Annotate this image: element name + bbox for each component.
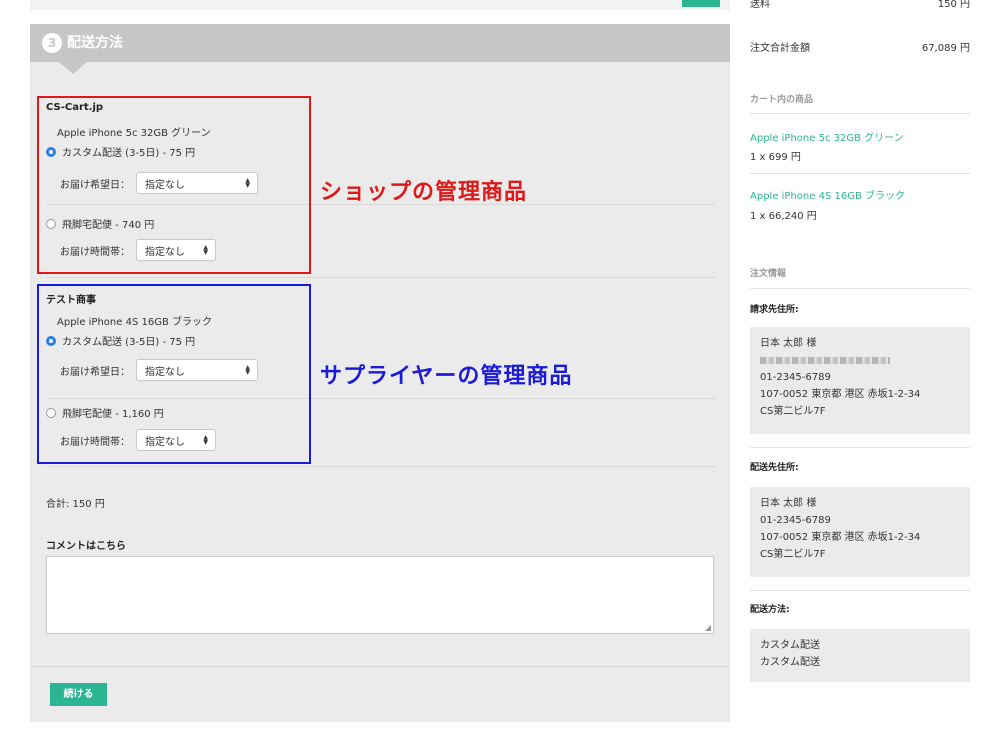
order-total-row: 注文合計金額 67,089 円 — [750, 39, 970, 54]
divider — [46, 466, 715, 467]
divider — [30, 666, 730, 667]
shipping-step-header[interactable]: 3 配送方法 — [30, 24, 730, 62]
billing-address: 107-0052 東京都 港区 赤坂1-2-34 — [760, 389, 921, 400]
billing-address-label: 請求先住所: — [750, 305, 799, 315]
shipping-address-box: 日本 太郎 様 01-2345-6789 107-0052 東京都 港区 赤坂1… — [750, 487, 970, 577]
previous-step-button[interactable] — [682, 0, 720, 7]
step-title: 配送方法 — [67, 35, 123, 51]
divider — [750, 447, 970, 448]
shipping-method-item: カスタム配送 — [760, 640, 820, 651]
shop-products-annotation: ショップの管理商品 — [320, 180, 528, 205]
billing-name: 日本 太郎 様 — [760, 338, 817, 349]
cart-item-qty: 1 x 699 円 — [750, 152, 801, 163]
divider — [46, 277, 715, 278]
continue-button[interactable]: 続ける — [50, 683, 107, 706]
shipping-address-label: 配送先住所: — [750, 463, 799, 473]
resize-grip-icon[interactable]: ◢ — [705, 623, 711, 632]
billing-address-box: 日本 太郎 様 01-2345-6789 107-0052 東京都 港区 赤坂1… — [750, 327, 970, 434]
shipping-phone: 01-2345-6789 — [760, 515, 831, 526]
supplier-products-highlight — [37, 284, 311, 464]
shipping-name: 日本 太郎 様 — [760, 498, 817, 509]
comment-label: コメントはこちら — [46, 541, 126, 552]
billing-phone: 01-2345-6789 — [760, 372, 831, 383]
shipping-method-item: カスタム配送 — [760, 657, 820, 668]
step-arrow — [59, 62, 87, 74]
shipping-fee-label: 送料 — [750, 0, 770, 10]
previous-step-strip — [30, 0, 730, 10]
order-total-label: 注文合計金額 — [750, 43, 810, 54]
shipping-method-label: 配送方法: — [750, 605, 790, 615]
shipping-fee-row: 送料 150 円 — [750, 0, 970, 10]
step-number-badge: 3 — [42, 33, 62, 53]
cart-item-link[interactable]: Apple iPhone 4S 16GB ブラック — [750, 187, 905, 202]
shipping-method-box: カスタム配送 カスタム配送 — [750, 629, 970, 682]
divider — [750, 173, 970, 174]
order-total-value: 67,089 円 — [921, 43, 970, 54]
shipping-building: CS第二ビル7F — [760, 549, 826, 560]
shipping-fee-value: 150 円 — [937, 0, 970, 10]
divider — [750, 590, 970, 591]
cart-heading: カート内の商品 — [750, 95, 814, 105]
billing-email-redacted — [760, 352, 960, 369]
billing-building: CS第二ビル7F — [760, 406, 826, 417]
cart-item-link[interactable]: Apple iPhone 5c 32GB グリーン — [750, 129, 904, 144]
comment-textarea[interactable]: ◢ — [46, 556, 714, 634]
divider — [750, 288, 970, 289]
shop-products-highlight — [37, 96, 311, 274]
supplier-products-annotation: サプライヤーの管理商品 — [320, 364, 573, 389]
order-info-heading: 注文情報 — [750, 269, 787, 279]
divider — [750, 113, 970, 114]
shipping-total: 合計: 150 円 — [46, 499, 105, 510]
cart-item-qty: 1 x 66,240 円 — [750, 211, 817, 222]
shipping-address: 107-0052 東京都 港区 赤坂1-2-34 — [760, 532, 921, 543]
